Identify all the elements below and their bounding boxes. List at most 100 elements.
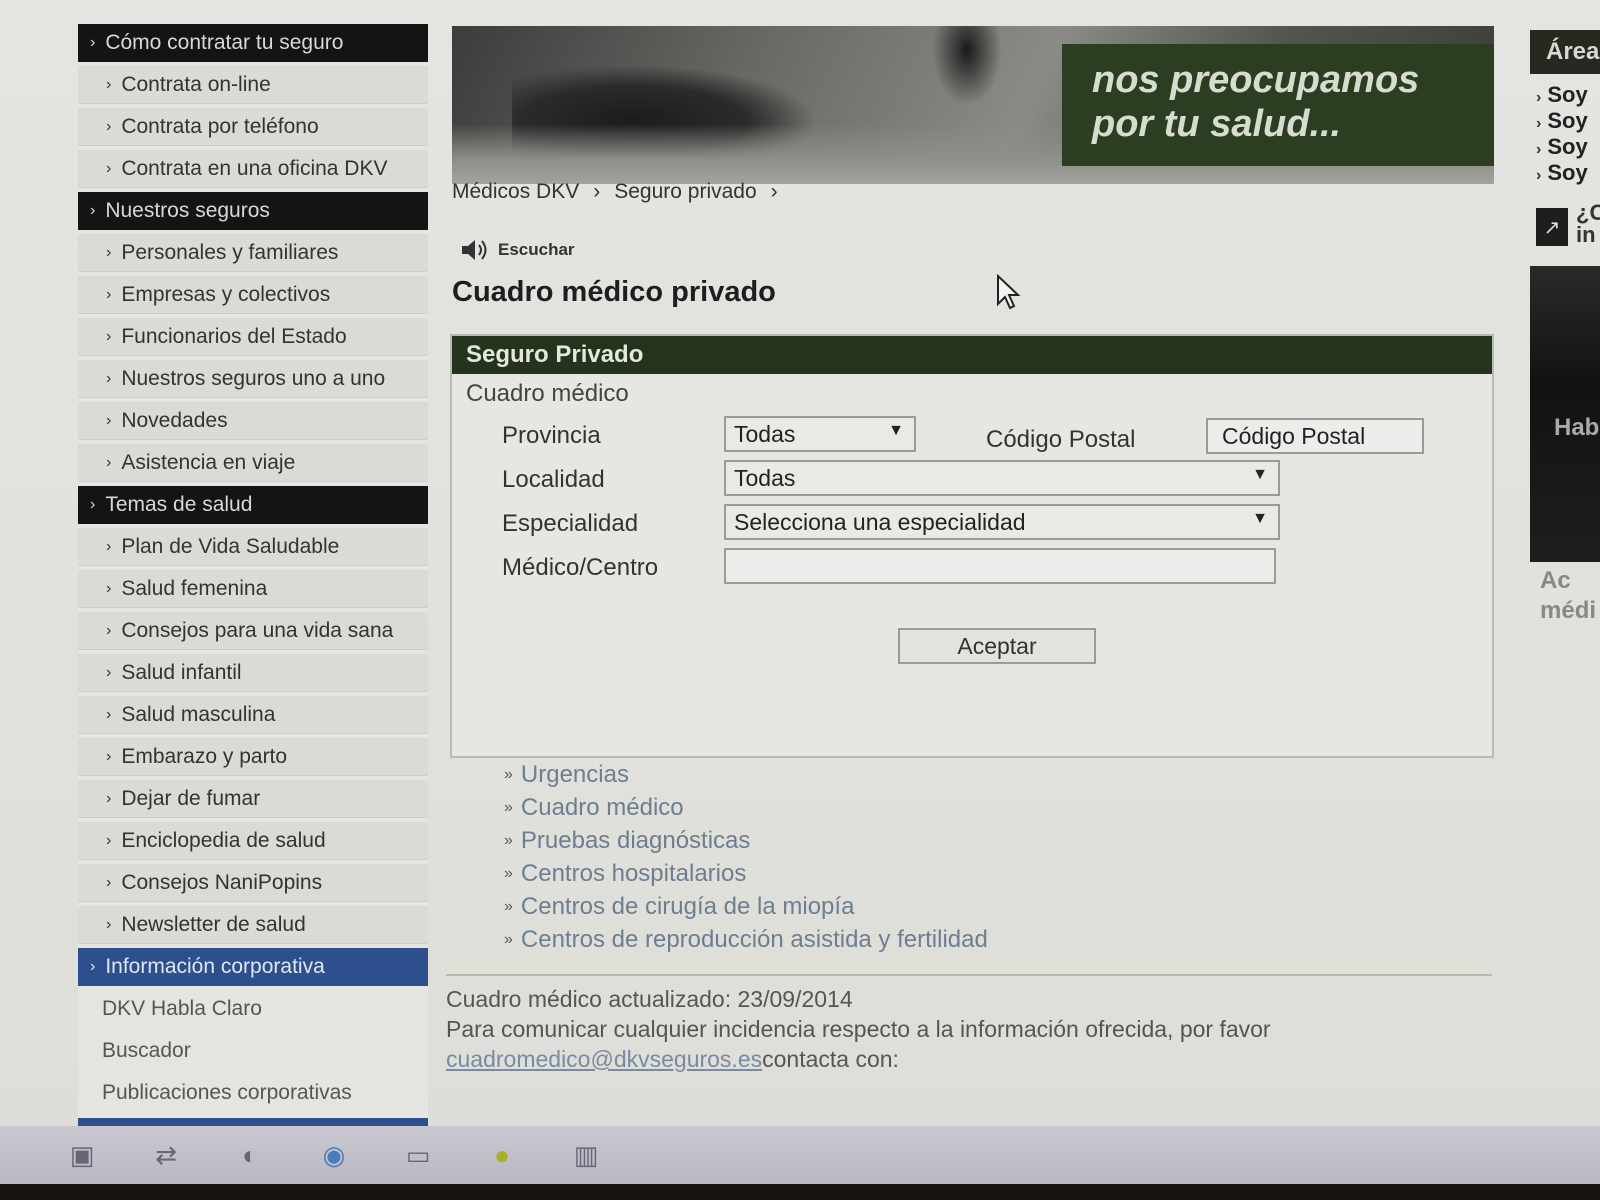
browser-icon[interactable]: ◉ [312, 1133, 356, 1177]
nav-section-contratar[interactable]: › Cómo contratar tu seguro [78, 24, 428, 62]
nav-item-enciclopedia[interactable]: › Enciclopedia de salud [78, 822, 428, 860]
double-chevron-icon: » [504, 930, 513, 948]
speaker-icon [462, 240, 487, 260]
nav-section-label: Cómo contratar tu seguro [105, 31, 344, 54]
breadcrumb-item[interactable]: Seguro privado [614, 180, 756, 204]
nav-item-contrata-online[interactable]: › Contrata on-line [78, 66, 428, 104]
email-link[interactable]: cuadromedico@dkvseguros.es [446, 1046, 762, 1072]
nav-item-label: Consejos NaniPopins [121, 870, 323, 894]
chevron-right-icon: › [106, 411, 112, 429]
nav-item-publicaciones[interactable]: Publicaciones corporativas [78, 1074, 428, 1112]
nav-item-asistencia[interactable]: › Asistencia en viaje [78, 444, 428, 482]
nav-item-novedades[interactable]: › Novedades [78, 402, 428, 440]
link-cuadro-medico[interactable]: » Cuadro médico [504, 791, 988, 824]
nav-item-label: Embarazo y parto [121, 744, 288, 768]
nav-item-salud-masculina[interactable]: › Salud masculina [78, 696, 428, 734]
chevron-right-icon: › [90, 202, 96, 219]
right-promo-block[interactable]: Hab [1530, 266, 1600, 562]
nav-item-dejar-fumar[interactable]: › Dejar de fumar [78, 780, 428, 818]
medico-centro-label: Médico/Centro [502, 554, 659, 581]
right-foot-link[interactable]: Ac médi [1540, 566, 1596, 626]
nav-section-label: Información corporativa [105, 955, 325, 978]
nav-item-label: Buscador [102, 1039, 191, 1062]
nav-item-contrata-oficina[interactable]: › Contrata en una oficina DKV [78, 150, 428, 188]
area-item[interactable]: › Soy [1530, 108, 1600, 134]
link-reproduccion[interactable]: » Centros de reproducción asistida y fert… [504, 923, 988, 956]
area-item[interactable]: › Soy [1530, 82, 1600, 108]
nav-item-funcionarios[interactable]: › Funcionarios del Estado [78, 318, 428, 356]
nav-item-label: Funcionarios del Estado [121, 324, 347, 348]
localidad-select[interactable]: Todas ▼ [724, 460, 1280, 496]
listen-button[interactable]: Escuchar [460, 236, 575, 264]
codigo-postal-input[interactable]: Código Postal [1206, 418, 1424, 454]
medico-centro-input[interactable] [724, 548, 1276, 584]
chevron-right-icon: › [106, 327, 112, 345]
link-cirugia-miopia[interactable]: » Centros de cirugía de la miopía [504, 890, 988, 923]
banner-photo-figure [932, 26, 1002, 106]
nav-item-embarazo[interactable]: › Embarazo y parto [78, 738, 428, 776]
chevron-right-icon: › [106, 789, 112, 807]
external-link-icon[interactable]: ↗ [1536, 208, 1568, 246]
nav-item-contrata-telefono[interactable]: › Contrata por teléfono [78, 108, 428, 146]
provincia-select-value: Todas [734, 420, 796, 447]
nav-item-consejos-vida[interactable]: › Consejos para una vida sana [78, 612, 428, 650]
nav-item-label: Personales y familiares [121, 240, 339, 264]
provincia-select[interactable]: Todas ▼ [724, 416, 916, 452]
chevron-right-icon: › [106, 831, 112, 849]
nav-item-salud-infantil[interactable]: › Salud infantil [78, 654, 428, 692]
chevron-right-icon: › [90, 496, 96, 513]
right-question-text[interactable]: ¿C in [1576, 202, 1600, 246]
nav-item-newsletter[interactable]: › Newsletter de salud [78, 906, 428, 944]
footer-divider [446, 974, 1492, 976]
double-chevron-icon: » [504, 897, 513, 915]
codigo-postal-placeholder: Código Postal [1222, 422, 1366, 449]
aceptar-button[interactable]: Aceptar [898, 628, 1096, 664]
banner-slogan-line: nos preocupamos [1092, 59, 1420, 101]
taskbar-app-icon[interactable]: ⇄ [144, 1133, 188, 1177]
area-item-label: Soy [1547, 134, 1588, 159]
localidad-label: Localidad [502, 466, 605, 493]
link-label: Pruebas diagnósticas [520, 826, 751, 854]
nav-item-habla-claro[interactable]: DKV Habla Claro [78, 990, 428, 1028]
nav-item-empresas[interactable]: › Empresas y colectivos [78, 276, 428, 314]
nav-item-nanipopins[interactable]: › Consejos NaniPopins [78, 864, 428, 902]
link-urgencias[interactable]: » Urgencias [504, 758, 988, 791]
nav-item-personales[interactable]: › Personales y familiares [78, 234, 428, 272]
spotify-icon[interactable]: ● [480, 1133, 524, 1177]
chevron-right-icon: › [106, 453, 112, 471]
chevron-right-icon: › [770, 180, 778, 203]
nav-item-label: Novedades [121, 408, 228, 432]
nav-section-nuestros-seguros[interactable]: › Nuestros seguros [78, 192, 428, 230]
nav-section-label: Nuestros seguros [105, 199, 270, 222]
taskbar-app-icon[interactable]: ◐ [228, 1133, 272, 1177]
nav-item-plan-vida[interactable]: › Plan de Vida Saludable [78, 528, 428, 566]
area-item[interactable]: › Soy [1530, 134, 1600, 160]
footer-contact-line: cuadromedico@dkvseguros.escontacta con: [446, 1044, 1271, 1074]
chevron-right-icon: › [106, 705, 112, 723]
breadcrumb-item[interactable]: Médicos DKV [452, 180, 579, 204]
footer-updated: Cuadro médico actualizado: 23/09/2014 [446, 986, 853, 1012]
taskbar-app-icon[interactable]: ▭ [396, 1133, 440, 1177]
chevron-right-icon: › [106, 159, 112, 177]
area-item[interactable]: › Soy [1530, 160, 1600, 186]
taskbar: ▣ ⇄ ◐ ◉ ▭ ● ▥ [0, 1126, 1600, 1184]
nav-item-label: Plan de Vida Saludable [121, 534, 340, 558]
link-centros-hospitalarios[interactable]: » Centros hospitalarios [504, 857, 988, 890]
chevron-right-icon: › [106, 537, 112, 555]
link-pruebas[interactable]: » Pruebas diagnósticas [504, 824, 988, 857]
right-column: Área › Soy › Soy › Soy › Soy [1530, 30, 1600, 186]
nav-section-temas-salud[interactable]: › Temas de salud [78, 486, 428, 524]
especialidad-select[interactable]: Selecciona una especialidad ▼ [724, 504, 1280, 540]
chevron-right-icon: › [90, 958, 96, 975]
banner-slogan-line: por tu salud... [1092, 103, 1342, 145]
nav-item-buscador[interactable]: Buscador [78, 1032, 428, 1070]
nav-section-informacion-corporativa[interactable]: › Información corporativa [78, 948, 428, 986]
dropdown-arrow-icon: ▼ [888, 422, 904, 439]
nav-item-uno-a-uno[interactable]: › Nuestros seguros uno a uno [78, 360, 428, 398]
nav-item-salud-femenina[interactable]: › Salud femenina [78, 570, 428, 608]
chevron-right-icon: › [106, 747, 112, 765]
taskbar-app-icon[interactable]: ▥ [564, 1133, 608, 1177]
monitor-bezel [0, 1184, 1600, 1200]
taskbar-app-icon[interactable]: ▣ [60, 1133, 104, 1177]
right-foot-line: Ac [1540, 567, 1571, 594]
